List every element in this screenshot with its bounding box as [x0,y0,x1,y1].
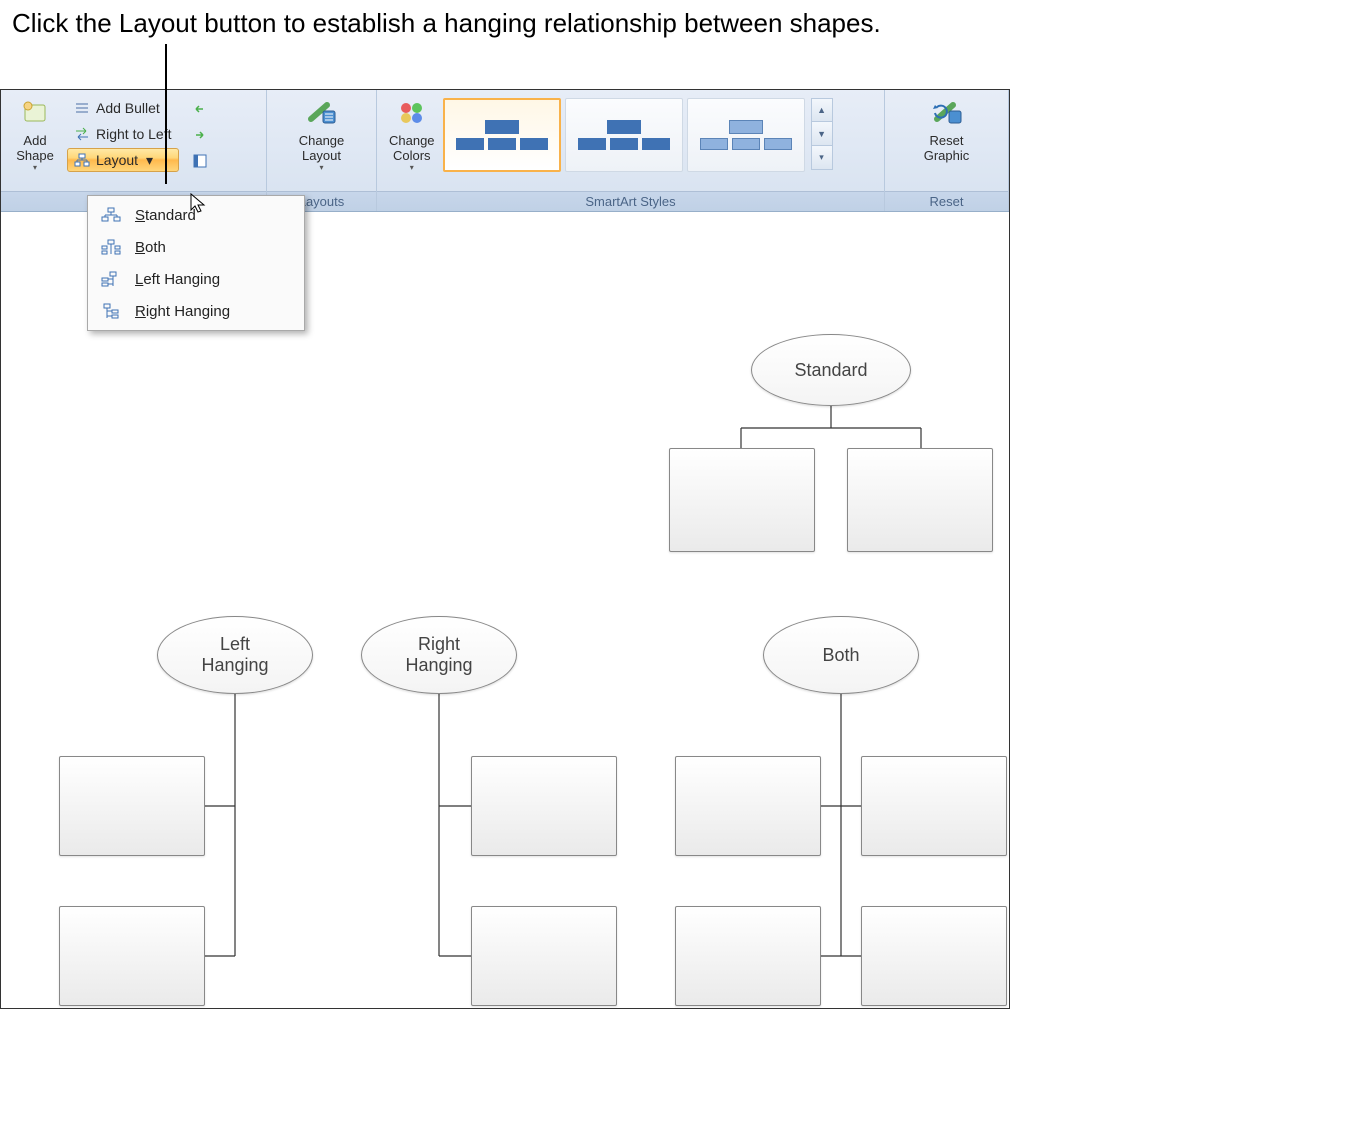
dropdown-arrow-icon: ▾ [410,163,414,172]
menu-item-label: Right Hanging [135,303,230,320]
right-hanging-icon [99,301,123,321]
gallery-scroll: ▲ ▼ ▾ [811,98,833,172]
group-reset: Reset Graphic Reset [885,90,1009,211]
layout-dropdown-menu: Standard Both Left Hanging Right Hanging [87,195,305,331]
promote-button[interactable] [189,98,211,120]
node-both-child-l1[interactable] [675,756,821,856]
both-layout-icon [99,237,123,257]
node-right-root[interactable]: Right Hanging [361,616,517,694]
ribbon: Add Shape ▾ Add Bullet Right to L [1,90,1009,212]
change-layout-button[interactable]: Change Layout ▾ [293,94,351,174]
node-both-root[interactable]: Both [763,616,919,694]
node-left-root[interactable]: Left Hanging [157,616,313,694]
node-left-child-2[interactable] [59,906,205,1006]
standard-layout-icon [99,205,123,225]
right-to-left-label: Right to Left [96,126,172,142]
add-bullet-label: Add Bullet [96,100,160,116]
app-window: Add Shape ▾ Add Bullet Right to L [0,89,1010,1009]
rtl-icon [74,126,90,142]
change-colors-icon [395,96,429,130]
right-to-left-button[interactable]: Right to Left [67,122,179,146]
reset-graphic-button[interactable]: Reset Graphic [918,94,976,165]
group-layouts: Change Layout ▾ Layouts [267,90,377,211]
style-option-2[interactable] [565,98,683,172]
add-bullet-button[interactable]: Add Bullet [67,96,179,120]
style-option-3[interactable] [687,98,805,172]
diagram-left-hanging: Left Hanging [45,610,305,1000]
node-both-child-l2[interactable] [675,906,821,1006]
change-layout-icon [304,96,338,130]
dropdown-arrow-icon: ▾ [146,152,153,169]
gallery-more-button[interactable]: ▾ [811,146,833,170]
bullet-list-icon [74,100,90,116]
reset-graphic-icon [930,96,964,130]
demote-button[interactable] [189,124,211,146]
group-create-graphic: Add Shape ▾ Add Bullet Right to L [1,90,267,211]
menu-item-label: Left Hanging [135,271,220,288]
layout-button[interactable]: Layout ▾ [67,148,179,172]
text-pane-button[interactable] [189,150,211,172]
node-right-child-1[interactable] [471,756,617,856]
diagram-both: Both [671,610,1010,1000]
menu-item-left-hanging[interactable]: Left Hanging [91,263,301,295]
group-label-reset: Reset [885,191,1008,211]
node-both-child-r1[interactable] [861,756,1007,856]
arrow-right-icon [193,129,207,141]
menu-item-right-hanging[interactable]: Right Hanging [91,295,301,327]
node-standard-child-1[interactable] [669,448,815,552]
add-shape-icon [18,96,52,130]
node-left-child-1[interactable] [59,756,205,856]
dropdown-arrow-icon: ▾ [319,163,323,172]
callout-line [165,44,167,184]
dropdown-arrow-icon: ▾ [33,163,37,172]
add-shape-button[interactable]: Add Shape ▾ [7,94,63,174]
add-shape-label: Add Shape [16,133,54,163]
document-canvas: Standard Left Hanging Right Hanging [1,212,1009,1008]
style-gallery: ▲ ▼ ▾ [441,94,833,172]
change-colors-button[interactable]: Change Colors ▾ [383,94,441,174]
node-standard-root[interactable]: Standard [751,334,911,406]
menu-item-both[interactable]: Both [91,231,301,263]
group-label-styles: SmartArt Styles [377,191,884,211]
diagram-standard: Standard [661,328,1001,588]
change-colors-label: Change Colors [389,133,435,163]
node-both-child-r2[interactable] [861,906,1007,1006]
gallery-scroll-up[interactable]: ▲ [811,98,833,122]
node-right-child-2[interactable] [471,906,617,1006]
change-layout-label: Change Layout [299,133,345,163]
org-chart-icon [74,152,90,168]
text-pane-icon [193,154,207,168]
figure-caption: Click the Layout button to establish a h… [0,0,1360,43]
menu-item-label: Both [135,239,166,256]
diagram-right-hanging: Right Hanging [359,610,629,1000]
left-hanging-icon [99,269,123,289]
layout-button-label: Layout [96,152,138,168]
menu-item-standard[interactable]: Standard [91,199,301,231]
menu-item-label: Standard [135,207,196,224]
arrow-left-icon [193,103,207,115]
style-option-1[interactable] [443,98,561,172]
node-standard-child-2[interactable] [847,448,993,552]
reset-graphic-label: Reset Graphic [924,133,970,163]
gallery-scroll-down[interactable]: ▼ [811,122,833,146]
group-smartart-styles: Change Colors ▾ ▲ ▼ [377,90,885,211]
